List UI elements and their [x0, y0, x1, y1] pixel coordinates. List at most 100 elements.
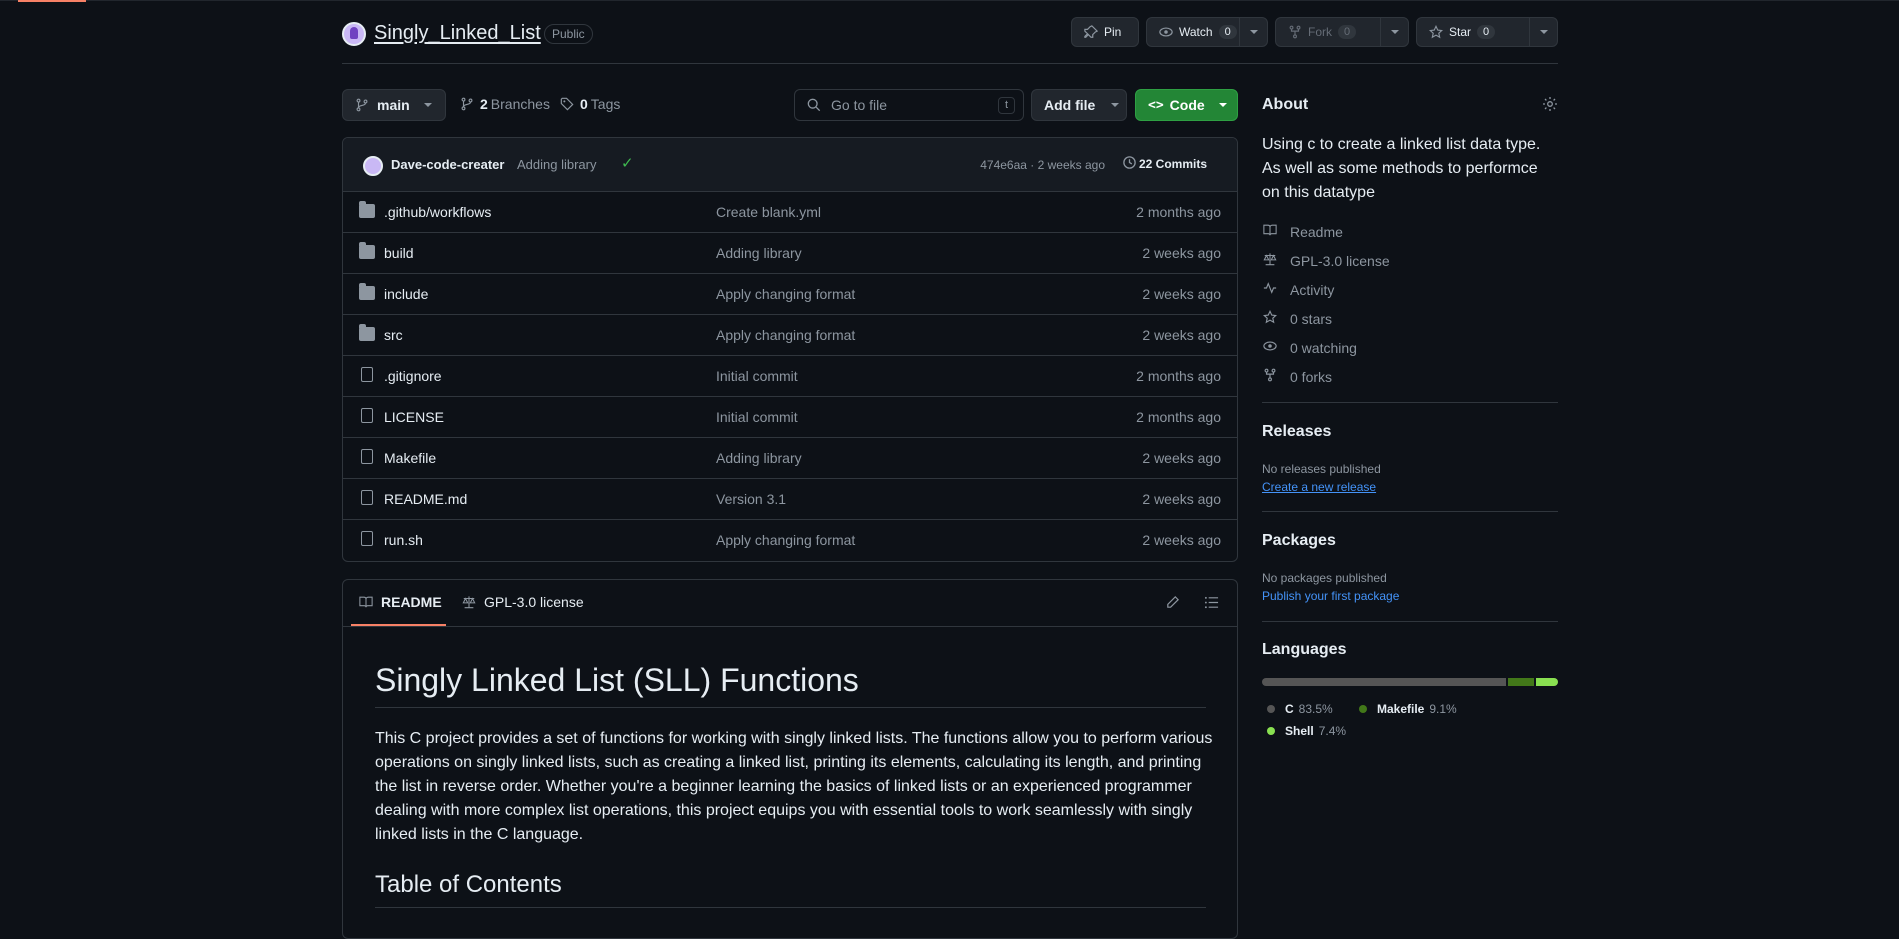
- star-dropdown[interactable]: [1529, 18, 1557, 46]
- file-row[interactable]: .github/workflows Create blank.yml 2 month…: [343, 192, 1237, 233]
- search-icon: [807, 98, 821, 112]
- chevron-down-icon: [423, 103, 432, 107]
- stars-link[interactable]: 0 stars: [1262, 309, 1333, 327]
- forks-link[interactable]: 0 forks: [1262, 368, 1332, 385]
- owner-avatar[interactable]: [342, 22, 366, 46]
- readme-toc-heading: Table of Contents: [375, 871, 562, 898]
- forks-label: 0 forks: [1290, 368, 1333, 385]
- file-row[interactable]: run.sh Apply changing format 2 weeks ago: [343, 520, 1237, 561]
- file-commit-date: 2 months ago: [1136, 409, 1221, 425]
- commit-message[interactable]: Adding library: [517, 157, 597, 172]
- file-name-link[interactable]: Makefile: [384, 450, 436, 466]
- folder-icon: [359, 242, 375, 259]
- file-commit-message[interactable]: Initial commit: [716, 368, 798, 384]
- eye-icon: [1262, 339, 1278, 356]
- tab-license[interactable]: GPL-3.0 license: [462, 594, 584, 610]
- chevron-down-icon: [1539, 30, 1548, 34]
- file-icon: [361, 531, 373, 546]
- file-commit-date: 2 weeks ago: [1142, 245, 1221, 261]
- add-file-button[interactable]: Add file: [1031, 89, 1127, 121]
- scale-icon: [462, 595, 476, 609]
- fork-dropdown[interactable]: [1380, 18, 1408, 46]
- commit-meta[interactable]: 474e6aa · 2 weeks ago: [980, 158, 1105, 172]
- file-commit-message[interactable]: Create blank.yml: [716, 204, 821, 220]
- file-row[interactable]: build Adding library 2 weeks ago: [343, 233, 1237, 274]
- license-link[interactable]: GPL-3.0 license: [1262, 252, 1390, 269]
- gear-icon[interactable]: [1542, 96, 1558, 117]
- file-name-link[interactable]: include: [384, 286, 428, 302]
- activity-link[interactable]: Activity: [1262, 281, 1334, 298]
- latest-commit-bar: Dave-code-creater Adding library ✓ 474e6…: [343, 138, 1237, 192]
- commits-link[interactable]: 22 Commits: [1139, 157, 1207, 171]
- file-name-link[interactable]: LICENSE: [384, 409, 444, 425]
- file-name-link[interactable]: build: [384, 245, 414, 261]
- file-commit-date: 2 weeks ago: [1142, 532, 1221, 548]
- star-button[interactable]: Star 0: [1416, 17, 1558, 47]
- file-table: Dave-code-creater Adding library ✓ 474e6…: [342, 137, 1238, 562]
- file-row[interactable]: README.md Version 3.1 2 weeks ago: [343, 479, 1237, 520]
- file-name-link[interactable]: run.sh: [384, 532, 423, 548]
- file-commit-message[interactable]: Version 3.1: [716, 491, 786, 507]
- file-commit-message[interactable]: Apply changing format: [716, 532, 855, 548]
- branch-icon: [355, 98, 369, 112]
- file-commit-message[interactable]: Adding library: [716, 245, 802, 261]
- file-commit-date: 2 weeks ago: [1142, 286, 1221, 302]
- create-release-link[interactable]: Create a new release: [1262, 480, 1376, 494]
- language-name: C: [1285, 702, 1294, 716]
- header-divider: [342, 63, 1558, 64]
- file-name-link[interactable]: README.md: [384, 491, 467, 507]
- file-commit-message[interactable]: Apply changing format: [716, 327, 855, 343]
- fork-button[interactable]: Fork 0: [1275, 17, 1409, 47]
- file-commit-message[interactable]: Initial commit: [716, 409, 798, 425]
- tab-readme[interactable]: README: [359, 594, 442, 610]
- language-item[interactable]: C 83.5%: [1267, 702, 1333, 716]
- language-name: Shell: [1285, 724, 1314, 738]
- watch-button[interactable]: Watch 0: [1146, 17, 1268, 47]
- branch-selector[interactable]: main: [342, 89, 446, 121]
- check-icon[interactable]: ✓: [621, 154, 634, 172]
- readme-panel: README GPL-3.0 license Singly Linked Lis…: [342, 579, 1238, 939]
- readme-title: Singly Linked List (SLL) Functions: [375, 662, 859, 698]
- outline-list-icon[interactable]: [1204, 595, 1219, 610]
- branches-link[interactable]: 2 Branches: [460, 96, 550, 112]
- watching-link[interactable]: 0 watching: [1262, 339, 1357, 356]
- repo-name-link[interactable]: Singly_Linked_List: [374, 22, 541, 45]
- file-name-link[interactable]: src: [384, 327, 403, 343]
- releases-heading[interactable]: Releases: [1262, 423, 1331, 441]
- packages-heading[interactable]: Packages: [1262, 532, 1336, 550]
- file-name-link[interactable]: .github/workflows: [384, 204, 491, 220]
- scale-icon: [1262, 252, 1278, 269]
- go-to-file-input[interactable]: Go to file t: [794, 89, 1024, 121]
- tags-label: Tags: [590, 96, 621, 112]
- stars-label: 0 stars: [1290, 310, 1333, 327]
- watch-dropdown[interactable]: [1239, 18, 1267, 46]
- code-button[interactable]: <> Code: [1135, 89, 1238, 121]
- file-commit-message[interactable]: Adding library: [716, 450, 802, 466]
- file-row[interactable]: LICENSE Initial commit 2 months ago: [343, 397, 1237, 438]
- no-releases-text: No releases published: [1262, 462, 1381, 476]
- language-item[interactable]: Makefile 9.1%: [1359, 702, 1457, 716]
- readme-link[interactable]: Readme: [1262, 223, 1343, 240]
- fork-count: 0: [1338, 25, 1357, 39]
- file-row[interactable]: .gitignore Initial commit 2 months ago: [343, 356, 1237, 397]
- language-item[interactable]: Shell 7.4%: [1267, 724, 1346, 738]
- publish-package-link[interactable]: Publish your first package: [1262, 589, 1399, 603]
- language-bar-segment: [1262, 678, 1506, 686]
- pin-button[interactable]: Pin: [1071, 17, 1139, 47]
- watching-label: 0 watching: [1290, 339, 1357, 356]
- tab-readme-label: README: [381, 594, 442, 610]
- commit-author[interactable]: Dave-code-creater: [391, 157, 504, 172]
- file-row[interactable]: Makefile Adding library 2 weeks ago: [343, 438, 1237, 479]
- pencil-icon[interactable]: [1165, 595, 1180, 610]
- file-row[interactable]: include Apply changing format 2 weeks ago: [343, 274, 1237, 315]
- branch-icon: [460, 97, 474, 111]
- branches-count: 2: [480, 96, 488, 112]
- language-color-dot: [1267, 727, 1275, 735]
- commit-author-avatar[interactable]: [363, 156, 383, 176]
- language-percent: 7.4%: [1318, 724, 1347, 738]
- tags-link[interactable]: 0 Tags: [560, 96, 620, 112]
- file-row[interactable]: src Apply changing format 2 weeks ago: [343, 315, 1237, 356]
- file-name-link[interactable]: .gitignore: [384, 368, 442, 384]
- file-commit-message[interactable]: Apply changing format: [716, 286, 855, 302]
- file-commit-date: 2 weeks ago: [1142, 327, 1221, 343]
